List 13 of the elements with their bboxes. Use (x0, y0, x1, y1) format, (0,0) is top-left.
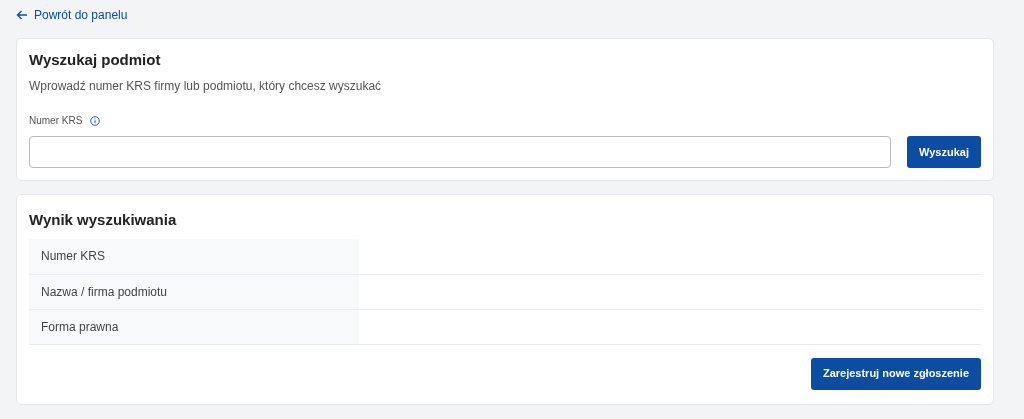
register-button[interactable]: Zarejestruj nowe zgłoszenie (810, 357, 981, 390)
card-description: Wprowadź numer KRS firmy lub podmiotu, który chcesz wyszukać (29, 78, 383, 95)
info-icon[interactable] (90, 115, 101, 126)
card-title: Wynik wyszukiwania (29, 211, 178, 229)
card-title: Wyszukaj podmiot (29, 51, 162, 69)
table-cell: Numer KRS (29, 239, 359, 274)
input-field[interactable] (29, 136, 892, 168)
table-cell: Forma prawna (29, 309, 359, 344)
arrow-left-icon (16, 10, 28, 20)
search-button[interactable]: Wyszukaj (907, 136, 981, 168)
field-label: Numer KRS (29, 114, 83, 128)
table-cell: Nazwa / firma podmiotu (29, 274, 359, 309)
back-link[interactable]: Powrót do panelu (16, 6, 128, 24)
